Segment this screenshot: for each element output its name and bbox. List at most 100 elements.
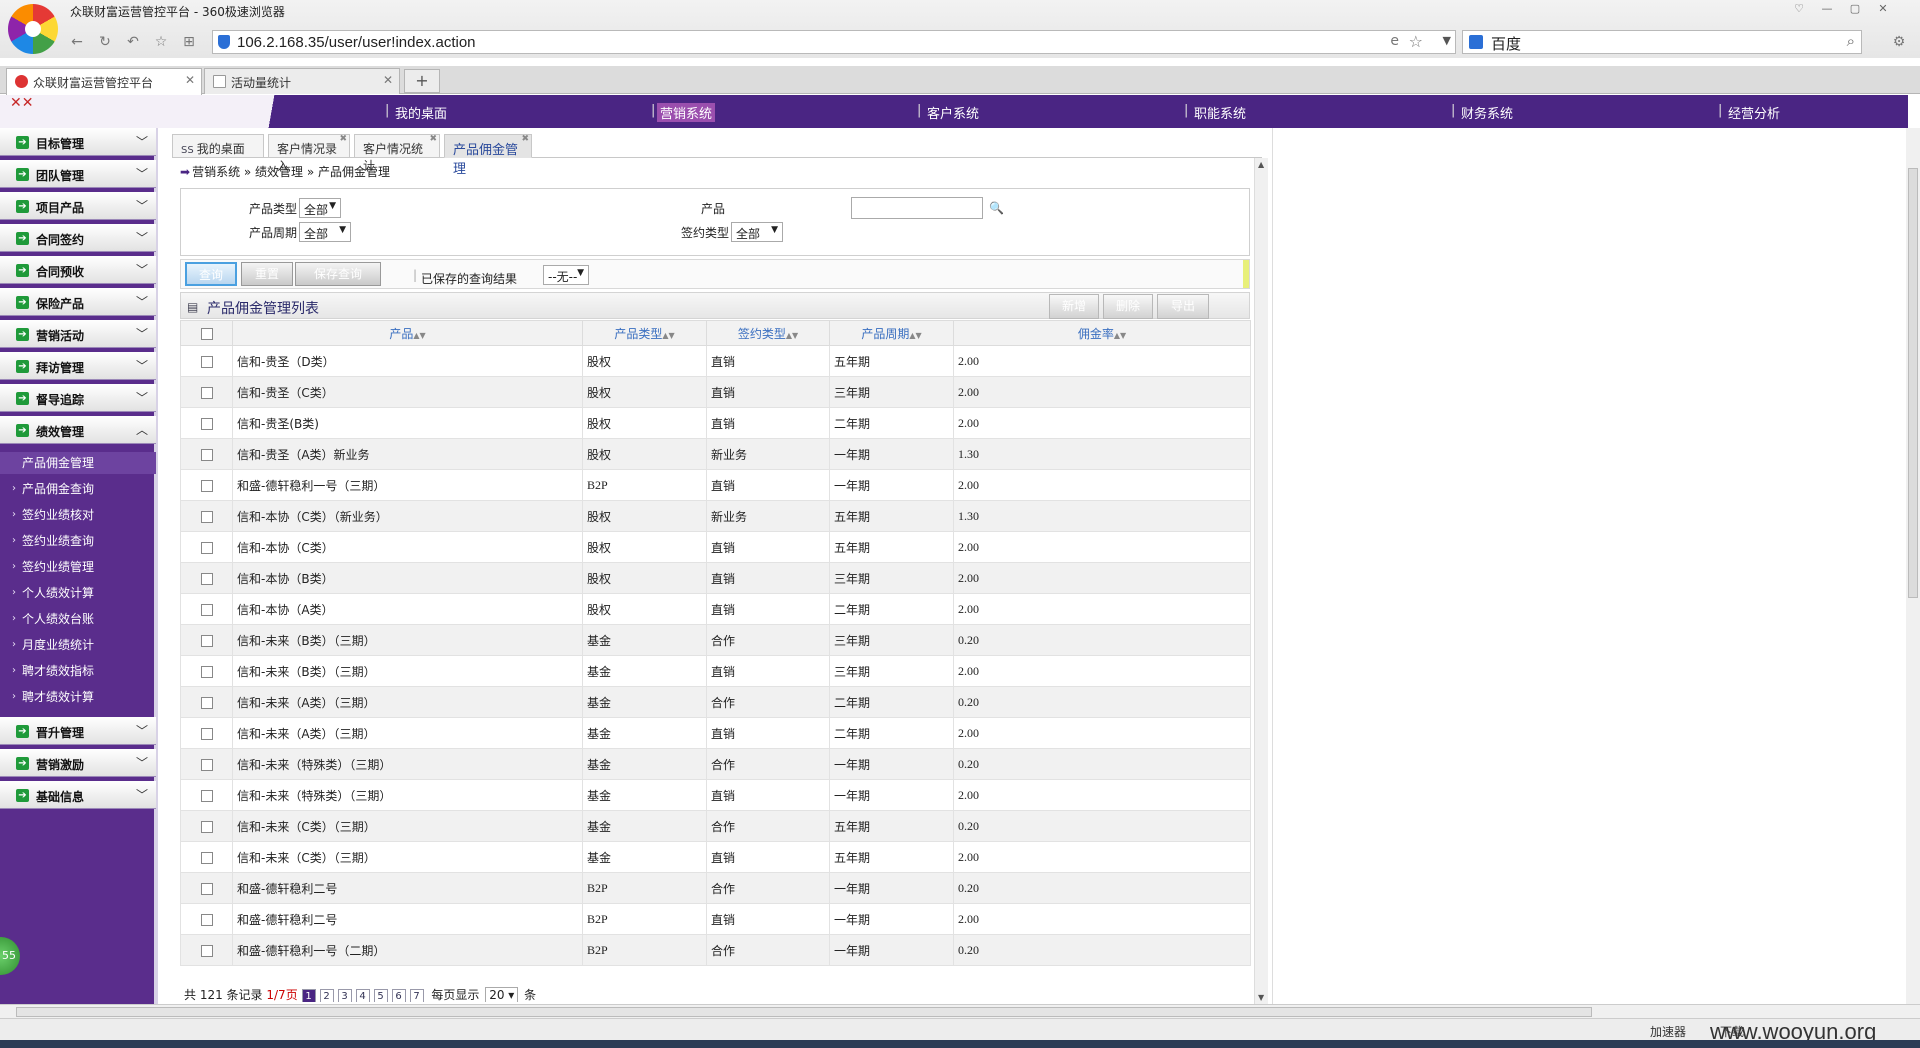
row-checkbox[interactable] [200, 882, 213, 895]
menu-promotion[interactable]: ➔ 晋升管理 ﹀ [0, 717, 156, 745]
submenu-sign-mgmt[interactable]: › 签约业绩管理 [0, 556, 156, 578]
row-checkbox[interactable] [200, 386, 213, 399]
tab-my-desktop[interactable]: SS 我的桌面 [172, 134, 264, 158]
submenu-recruit-index[interactable]: › 聘才绩效指标 [0, 660, 156, 682]
export-button[interactable]: 导出 [1157, 294, 1209, 319]
sign-type-select[interactable]: 全部 ▼ [731, 222, 783, 242]
table-row[interactable]: 信和-贵圣（D类） 股权 直销 五年期 2.00 [180, 345, 1251, 377]
submenu-recruit-calc[interactable]: › 聘才绩效计算 [0, 686, 156, 708]
table-row[interactable]: 信和-未来（B类）（三期） 基金 直销 三年期 2.00 [180, 655, 1251, 687]
delete-button[interactable]: 删除 [1103, 294, 1153, 319]
query-button[interactable]: 查询 [185, 262, 237, 286]
row-checkbox[interactable] [200, 510, 213, 523]
menu-contract-prepay[interactable]: ➔ 合同预收 ﹀ [0, 256, 156, 284]
row-checkbox[interactable] [200, 696, 213, 709]
row-checkbox[interactable] [200, 665, 213, 678]
close-window-button[interactable]: ✕ [1872, 2, 1894, 16]
tools-icon[interactable]: ⚙ [1890, 33, 1908, 51]
select-all-checkbox[interactable] [200, 327, 213, 340]
product-period-select[interactable]: 全部 ▼ [299, 222, 351, 242]
table-row[interactable]: 信和-贵圣（C类） 股权 直销 三年期 2.00 [180, 376, 1251, 408]
table-row[interactable]: 信和-未来（C类）（三期） 基金 合作 五年期 0.20 [180, 810, 1251, 842]
row-checkbox[interactable] [200, 448, 213, 461]
scroll-down-icon[interactable]: ▼ [1258, 993, 1264, 1002]
submenu-product-commission-mgmt[interactable]: 产品佣金管理 [0, 452, 156, 474]
submenu-sign-check[interactable]: › 签约业绩核对 [0, 504, 156, 526]
table-row[interactable]: 信和-未来（B类）（三期） 基金 合作 三年期 0.20 [180, 624, 1251, 656]
menu-incentive[interactable]: ➔ 营销激励 ﹀ [0, 749, 156, 777]
row-checkbox[interactable] [200, 355, 213, 368]
product-type-select[interactable]: 全部 ▼ [299, 198, 341, 218]
table-row[interactable]: 和盛-德轩稳利二号 B2P 直销 一年期 2.00 [180, 903, 1251, 935]
table-row[interactable]: 信和-本协（B类） 股权 直销 三年期 2.00 [180, 562, 1251, 594]
row-checkbox[interactable] [200, 944, 213, 957]
tab-customer-stats[interactable]: 客户情况统计 ✖ [354, 134, 440, 173]
close-tab-icon[interactable]: ✖ [521, 134, 529, 144]
table-row[interactable]: 信和-贵圣（A类）新业务 股权 新业务 一年期 1.30 [180, 438, 1251, 470]
row-checkbox[interactable] [200, 572, 213, 585]
back-icon[interactable]: ← [68, 33, 86, 51]
page-link[interactable]: 5 [373, 989, 388, 1002]
table-row[interactable]: 信和-本协（C类） 股权 直销 五年期 2.00 [180, 531, 1251, 563]
scroll-up-icon[interactable]: ▲ [1258, 160, 1264, 169]
search-icon[interactable]: 🔍 [989, 201, 1004, 215]
reset-button[interactable]: 重置 [241, 262, 293, 286]
add-button[interactable]: 新增 [1049, 294, 1099, 319]
menu-performance[interactable]: ➔ 绩效管理 ︿ [0, 416, 156, 444]
col-product-type[interactable]: 产品类型▲▼ [582, 320, 707, 346]
menu-insurance[interactable]: ➔ 保险产品 ﹀ [0, 288, 156, 316]
product-input[interactable] [851, 197, 983, 219]
menu-visit-mgmt[interactable]: ➔ 拜访管理 ﹀ [0, 352, 156, 380]
nav-my-desktop[interactable]: 我的桌面 [392, 103, 450, 122]
skin-icon[interactable]: ♡ [1788, 2, 1810, 16]
page-link[interactable]: 3 [337, 989, 352, 1002]
table-row[interactable]: 和盛-德轩稳利一号（三期） B2P 直销 一年期 2.00 [180, 469, 1251, 501]
row-checkbox[interactable] [200, 634, 213, 647]
saved-query-select[interactable]: --无-- ▼ [543, 265, 589, 285]
content-scrollbar[interactable]: ▲ ▼ [1254, 158, 1268, 1004]
new-tab-button[interactable]: + [404, 69, 440, 93]
row-checkbox[interactable] [200, 913, 213, 926]
col-sign-type[interactable]: 签约类型▲▼ [706, 320, 830, 346]
address-bar[interactable]: 106.2.168.35/user/user!index.action e ☆ … [212, 30, 1456, 54]
row-checkbox[interactable] [200, 820, 213, 833]
page-link[interactable]: 1 [301, 989, 316, 1002]
menu-project-product[interactable]: ➔ 项目产品 ﹀ [0, 192, 156, 220]
nav-analysis[interactable]: 经营分析 [1725, 103, 1783, 122]
nav-marketing[interactable]: 营销系统 [657, 103, 716, 122]
nav-finance[interactable]: 财务系统 [1458, 103, 1516, 122]
favorite-star-icon[interactable]: ☆ [152, 33, 170, 51]
bookmark-star-icon[interactable]: ☆ [1409, 32, 1423, 51]
per-page-select[interactable]: 20 ▾ [485, 987, 519, 1002]
table-row[interactable]: 和盛-德轩稳利二号 B2P 合作 一年期 0.20 [180, 872, 1251, 904]
submenu-personal-ledger[interactable]: › 个人绩效台账 [0, 608, 156, 630]
minimize-button[interactable]: — [1816, 2, 1838, 16]
table-row[interactable]: 信和-本协（A类） 股权 直销 二年期 2.00 [180, 593, 1251, 625]
nav-function[interactable]: 职能系统 [1191, 103, 1249, 122]
table-row[interactable]: 信和-贵圣(B类) 股权 直销 二年期 2.00 [180, 407, 1251, 439]
nav-customer[interactable]: 客户系统 [924, 103, 982, 122]
page-link[interactable]: 6 [391, 989, 406, 1002]
browser-tab-main[interactable]: 众联财富运营管控平台 ✕ [6, 68, 202, 95]
table-row[interactable]: 信和-未来（特殊类）（三期） 基金 合作 一年期 0.20 [180, 748, 1251, 780]
tab-customer-input[interactable]: 客户情况录入 ✖ [268, 134, 350, 173]
search-bar[interactable]: 百度 ⌕ [1462, 30, 1862, 54]
submenu-personal-calc[interactable]: › 个人绩效计算 [0, 582, 156, 604]
table-row[interactable]: 信和-本协（C类）（新业务） 股权 新业务 五年期 1.30 [180, 500, 1251, 532]
table-row[interactable]: 信和-未来（C类）（三期） 基金 直销 五年期 2.00 [180, 841, 1251, 873]
col-commission-rate[interactable]: 佣金率▲▼ [953, 320, 1251, 346]
menu-basic-info[interactable]: ➔ 基础信息 ﹀ [0, 781, 156, 809]
compat-mode-icon[interactable]: e [1390, 33, 1399, 49]
close-tab-icon[interactable]: ✕ [383, 73, 393, 87]
menu-contract-sign[interactable]: ➔ 合同签约 ﹀ [0, 224, 156, 252]
menu-team-mgmt[interactable]: ➔ 团队管理 ﹀ [0, 160, 156, 188]
menu-marketing-activity[interactable]: ➔ 营销活动 ﹀ [0, 320, 156, 348]
submenu-sign-query[interactable]: › 签约业绩查询 [0, 530, 156, 552]
address-dropdown-icon[interactable]: ▼ [1443, 34, 1451, 47]
row-checkbox[interactable] [200, 479, 213, 492]
save-query-button[interactable]: 保存查询 [295, 262, 381, 286]
row-checkbox[interactable] [200, 789, 213, 802]
row-checkbox[interactable] [200, 417, 213, 430]
apps-grid-icon[interactable]: ⊞ [180, 33, 198, 51]
page-link[interactable]: 7 [409, 989, 424, 1002]
